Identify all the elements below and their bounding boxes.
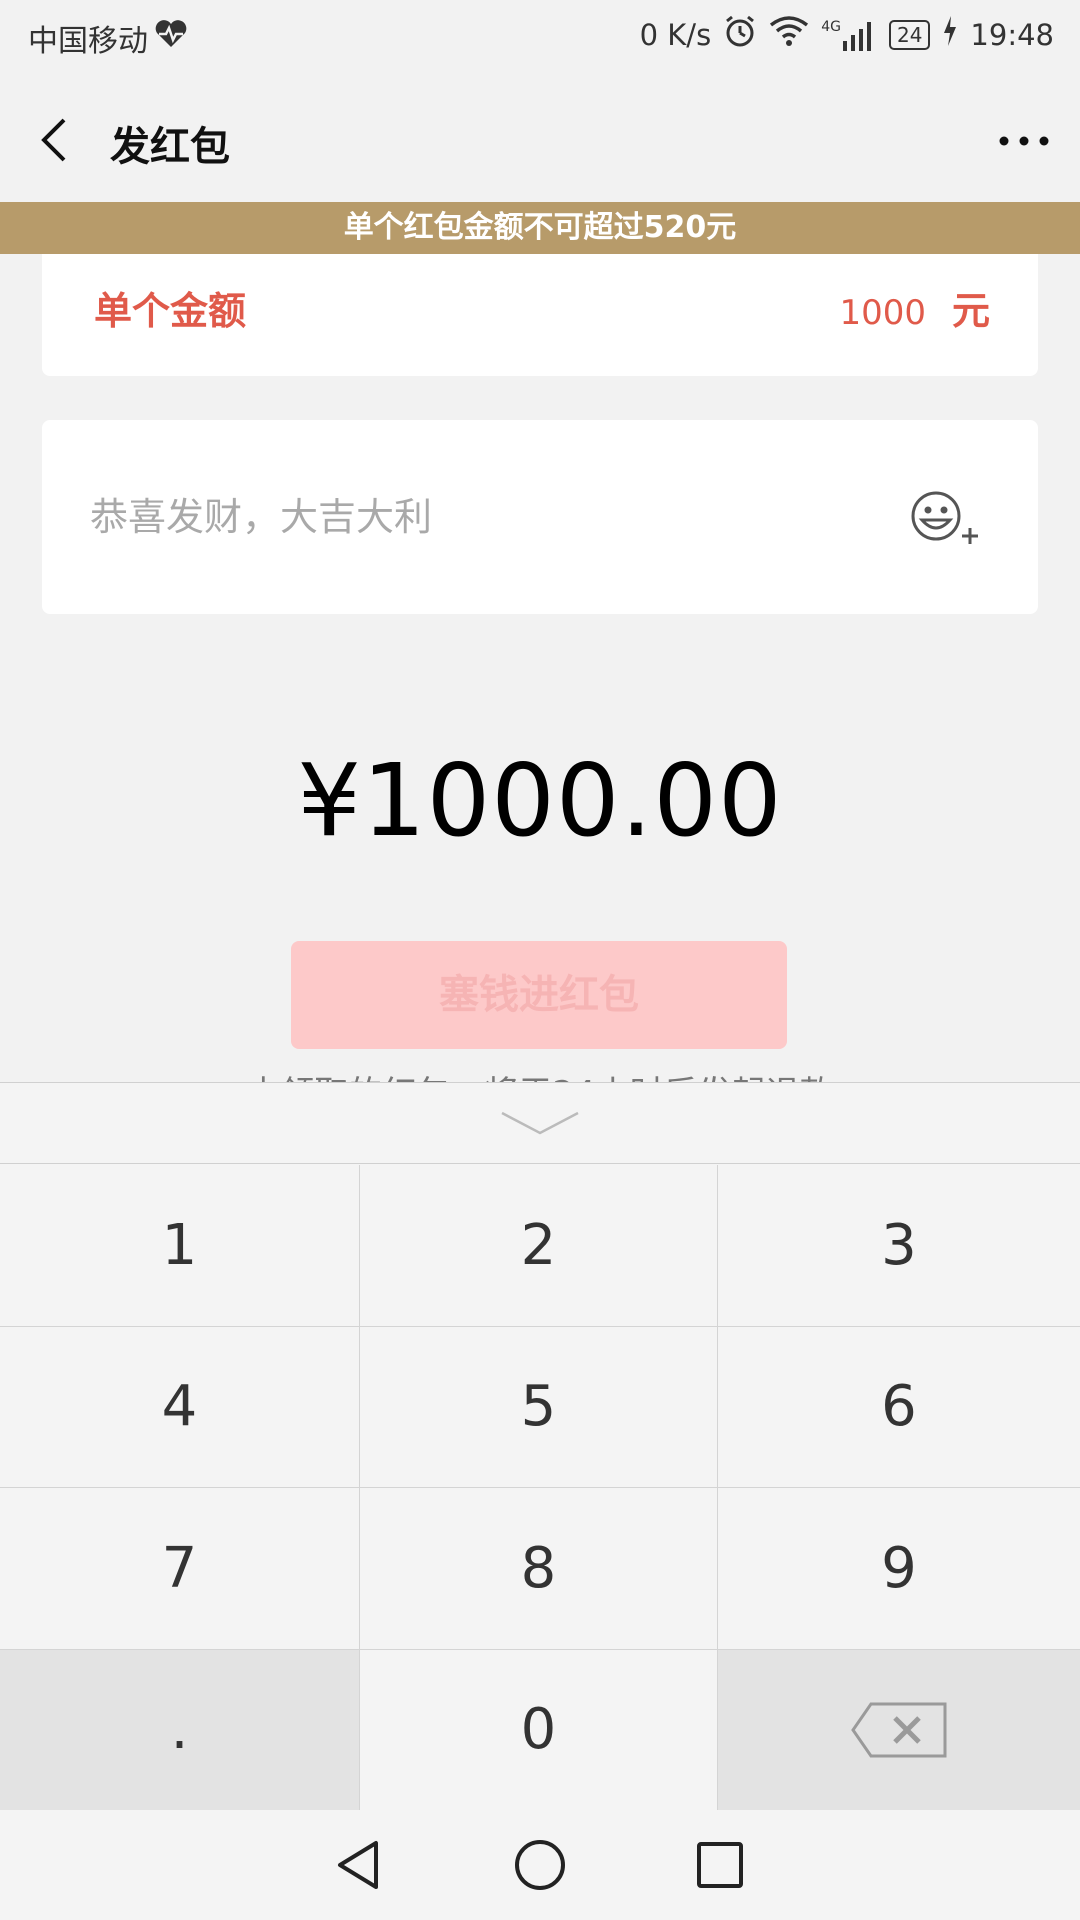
key-7[interactable]: 7 — [0, 1488, 360, 1650]
wifi-icon — [769, 15, 809, 54]
nav-recents-icon[interactable] — [690, 1835, 750, 1895]
nav-home-icon[interactable] — [510, 1835, 570, 1895]
key-4[interactable]: 4 — [0, 1326, 360, 1488]
charging-icon — [942, 16, 958, 53]
heart-rate-icon — [154, 19, 188, 57]
keypad: 1 2 3 4 5 6 7 8 9 . 0 — [0, 1165, 1080, 1811]
limit-warning-banner: 单个红包金额不可超过520元 — [0, 202, 1080, 254]
backspace-icon — [851, 1702, 947, 1758]
key-0[interactable]: 0 — [360, 1649, 718, 1811]
more-options-icon[interactable] — [994, 116, 1054, 166]
carrier-label: 中国移动 — [28, 24, 148, 59]
clock: 19:48 — [970, 17, 1054, 52]
alarm-icon — [723, 14, 757, 55]
status-bar: 中国移动 0 K/s 4G 24 19:48 — [0, 0, 1080, 76]
key-decimal[interactable]: . — [0, 1649, 360, 1811]
system-nav-bar — [0, 1810, 1080, 1920]
keyboard-collapse-button[interactable] — [0, 1083, 1080, 1164]
amount-value: 1000 — [839, 293, 926, 333]
carrier: 中国移动 — [28, 16, 188, 60]
key-1[interactable]: 1 — [0, 1165, 360, 1327]
key-2[interactable]: 2 — [360, 1165, 718, 1327]
chevron-down-icon — [501, 1111, 579, 1135]
page-title: 发红包 — [110, 124, 230, 170]
greeting-input[interactable] — [88, 484, 852, 550]
message-card — [42, 420, 1038, 614]
net-speed: 0 K/s — [639, 17, 712, 52]
battery-level: 24 — [888, 19, 931, 50]
back-icon[interactable] — [30, 110, 90, 170]
total-amount: ¥1000.00 — [297, 742, 783, 859]
amount-card[interactable]: 单个金额 1000 元 — [42, 254, 1038, 376]
amount-field[interactable]: 1000 元 — [839, 280, 990, 335]
put-money-button[interactable]: 塞钱进红包 — [291, 941, 787, 1049]
amount-unit: 元 — [951, 289, 990, 333]
key-8[interactable]: 8 — [360, 1488, 718, 1650]
key-6[interactable]: 6 — [718, 1326, 1080, 1488]
key-9[interactable]: 9 — [718, 1488, 1080, 1650]
key-5[interactable]: 5 — [360, 1326, 718, 1488]
signal-icon: 4G — [821, 19, 877, 51]
header: 发红包 — [0, 76, 1080, 202]
numeric-keyboard: 1 2 3 4 5 6 7 8 9 . 0 — [0, 1082, 1080, 1811]
key-backspace[interactable] — [718, 1649, 1080, 1811]
network-type: 4G — [821, 18, 841, 35]
emoji-add-icon[interactable] — [910, 488, 982, 548]
amount-label: 单个金额 — [94, 289, 247, 333]
status-indicators: 0 K/s 4G 24 19:48 — [640, 14, 1054, 55]
key-3[interactable]: 3 — [718, 1165, 1080, 1327]
nav-back-icon[interactable] — [330, 1835, 390, 1895]
